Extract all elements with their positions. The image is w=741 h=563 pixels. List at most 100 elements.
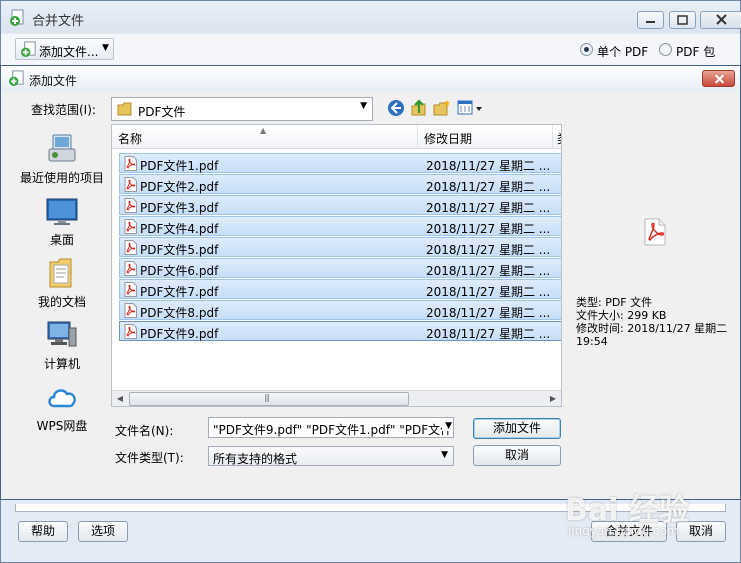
scrollbar-thumb[interactable]	[129, 392, 409, 406]
look-in-value: PDF文件	[138, 105, 186, 119]
places-bar: 最近使用的项目 桌面 我的文档 计算机 WPS网盘	[15, 124, 109, 484]
column-header-type[interactable]: 类	[553, 125, 561, 149]
add-files-label: 添加文件...	[39, 45, 99, 59]
view-menu-icon[interactable]	[457, 99, 483, 117]
file-row[interactable]: PDF文件9.pdf 2018/11/27 星期二 ... P	[119, 321, 561, 341]
my-documents-icon	[49, 258, 72, 288]
file-name: PDF文件8.pdf	[140, 306, 219, 320]
file-date: 2018/11/27 星期二 ...	[426, 222, 551, 236]
dialog-close-button[interactable]	[702, 70, 735, 87]
preview-info: 类型: PDF 文件 文件大小: 299 KB 修改时间: 2018/11/27…	[576, 296, 727, 348]
file-type-select[interactable]: 所有支持的格式 ▼	[208, 446, 454, 466]
pdf-preview-icon	[644, 218, 666, 246]
scroll-left-icon[interactable]: ◀	[112, 391, 128, 406]
look-in-label: 查找范围(I):	[31, 103, 96, 117]
column-header-label: 类	[557, 130, 561, 147]
column-header-label: 名称	[118, 132, 143, 146]
file-row[interactable]: PDF文件7.pdf 2018/11/27 星期二 ... P	[119, 279, 561, 299]
add-files-dialog: 添加文件 查找范围(I): PDF文件 ▼ 最近使用的项目 桌面 我的文档 计算…	[0, 65, 741, 500]
sort-ascending-icon: ▲	[260, 126, 267, 135]
file-date: 2018/11/27 星期二 ...	[426, 264, 551, 278]
column-header-label: 修改日期	[424, 132, 473, 146]
up-folder-icon[interactable]	[410, 99, 428, 117]
file-list[interactable]: 名称 ▲ 修改日期 类 PDF文件1.pdf 2018/11/27 星期二 ...…	[111, 124, 562, 407]
file-name: PDF文件1.pdf	[140, 159, 219, 173]
pdf-file-icon	[124, 324, 137, 339]
add-files-dropdown-button[interactable]: 添加文件... ▼	[15, 38, 114, 60]
preview-size: 文件大小: 299 KB	[576, 309, 667, 322]
file-row[interactable]: PDF文件1.pdf 2018/11/27 星期二 ... P	[119, 153, 561, 173]
add-file-icon	[8, 70, 24, 87]
file-type: P	[560, 262, 561, 276]
close-icon	[716, 14, 727, 25]
preview-modified-time: 19:54	[576, 335, 608, 348]
file-name-label: 文件名(N):	[115, 424, 174, 438]
file-row[interactable]: PDF文件4.pdf 2018/11/27 星期二 ... P	[119, 216, 561, 236]
column-header-name[interactable]: 名称 ▲	[112, 125, 418, 149]
file-date: 2018/11/27 星期二 ...	[426, 243, 551, 257]
place-computer[interactable]: 计算机	[15, 318, 109, 372]
single-pdf-radio[interactable]	[580, 43, 593, 56]
file-name-value: "PDF文件9.pdf" "PDF文件1.pdf" "PDF文件	[213, 423, 453, 437]
file-date: 2018/11/27 星期二 ...	[426, 159, 551, 173]
file-name: PDF文件5.pdf	[140, 243, 219, 257]
place-wps-cloud[interactable]: WPS网盘	[15, 380, 109, 434]
help-button[interactable]: 帮助	[18, 521, 68, 542]
file-type-value: 所有支持的格式	[213, 452, 298, 466]
file-date: 2018/11/27 星期二 ...	[426, 327, 551, 341]
dropdown-arrow-icon: ▼	[360, 101, 367, 111]
file-date: 2018/11/27 星期二 ...	[426, 180, 551, 194]
file-type-label: 文件类型(T):	[115, 451, 184, 465]
file-name-input[interactable]: "PDF文件9.pdf" "PDF文件1.pdf" "PDF文件 ▼	[208, 417, 454, 438]
file-type: P	[560, 241, 561, 255]
watermark-url: jingyan.baidu.com	[568, 524, 679, 538]
maximize-button[interactable]	[669, 11, 696, 29]
place-my-documents[interactable]: 我的文档	[15, 256, 109, 310]
file-name: PDF文件9.pdf	[140, 327, 219, 341]
file-row[interactable]: PDF文件2.pdf 2018/11/27 星期二 ... P	[119, 174, 561, 194]
file-date: 2018/11/27 星期二 ...	[426, 201, 551, 215]
horizontal-scrollbar[interactable]: ◀ ▶	[112, 390, 561, 406]
file-row[interactable]: PDF文件8.pdf 2018/11/27 星期二 ... P	[119, 300, 561, 320]
merge-app-icon	[10, 9, 24, 26]
outer-title-bar: 合并文件	[1, 1, 741, 33]
file-date: 2018/11/27 星期二 ...	[426, 306, 551, 320]
minimize-button[interactable]	[637, 11, 664, 29]
pdf-file-icon	[124, 303, 137, 318]
column-header-date[interactable]: 修改日期	[418, 125, 553, 149]
file-type: P	[560, 325, 561, 339]
dropdown-arrow-icon: ▼	[441, 450, 448, 460]
pdf-file-icon	[124, 156, 137, 171]
back-icon[interactable]	[387, 99, 405, 117]
file-type: P	[560, 220, 561, 234]
file-row[interactable]: PDF文件6.pdf 2018/11/27 星期二 ... P	[119, 258, 561, 278]
pdf-package-radio[interactable]	[659, 43, 672, 56]
window-close-button[interactable]	[700, 11, 741, 29]
outer-window-title: 合并文件	[32, 14, 85, 29]
watermark-logo: Bai 经验	[565, 493, 689, 528]
place-desktop[interactable]: 桌面	[15, 194, 109, 248]
file-date: 2018/11/27 星期二 ...	[426, 285, 551, 299]
options-button[interactable]: 选项	[78, 521, 128, 542]
add-files-confirm-button[interactable]: 添加文件	[473, 418, 561, 439]
place-label: 最近使用的项目	[19, 171, 104, 185]
pdf-package-label: PDF 包	[676, 45, 716, 59]
dialog-title-bar: 添加文件	[1, 66, 740, 91]
file-name: PDF文件7.pdf	[140, 285, 219, 299]
scroll-right-icon[interactable]: ▶	[545, 391, 561, 406]
look-in-combo[interactable]: PDF文件 ▼	[111, 97, 373, 121]
file-row[interactable]: PDF文件5.pdf 2018/11/27 星期二 ... P	[119, 237, 561, 257]
file-name: PDF文件2.pdf	[140, 180, 219, 194]
file-name: PDF文件4.pdf	[140, 222, 219, 236]
pdf-file-icon	[124, 198, 137, 213]
file-type: P	[560, 178, 561, 192]
preview-type: 类型: PDF 文件	[576, 296, 653, 309]
file-name: PDF文件6.pdf	[140, 264, 219, 278]
pdf-file-icon	[124, 219, 137, 234]
single-pdf-label: 单个 PDF	[597, 45, 649, 59]
add-file-icon	[20, 41, 36, 58]
file-row[interactable]: PDF文件3.pdf 2018/11/27 星期二 ... P	[119, 195, 561, 215]
new-folder-icon[interactable]	[433, 99, 451, 117]
place-recent-items[interactable]: 最近使用的项目	[15, 132, 109, 186]
dialog-cancel-button[interactable]: 取消	[473, 445, 561, 466]
